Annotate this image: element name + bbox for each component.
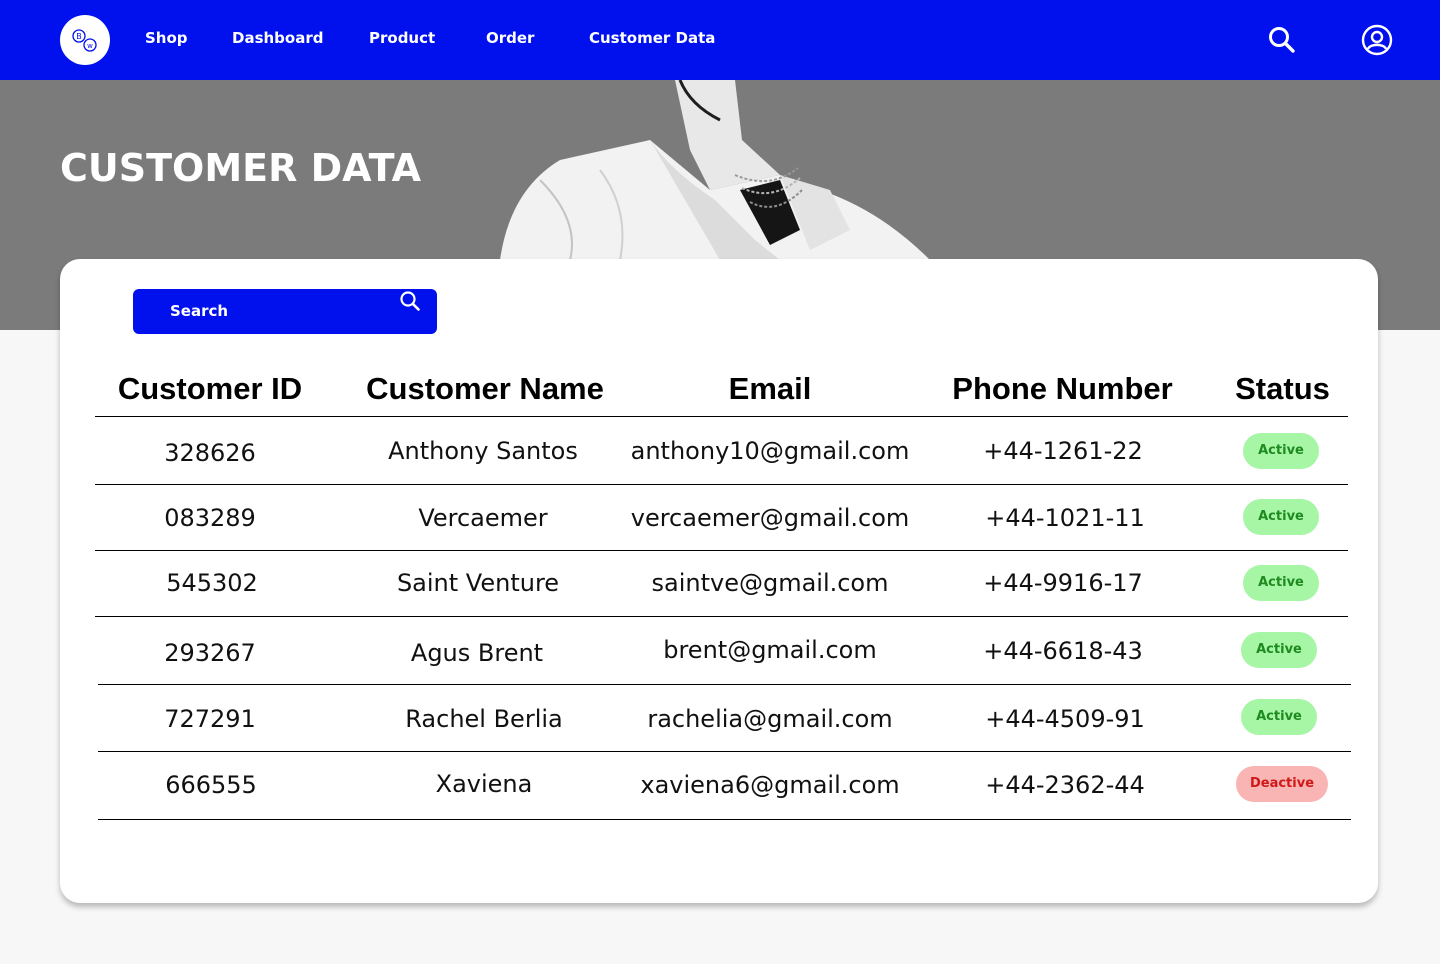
table-row-divider (98, 684, 1351, 685)
column-header-customer-name: Customer Name (366, 371, 604, 406)
table-row-divider (98, 819, 1351, 820)
cell-phone: +44-9916-17 (983, 569, 1143, 597)
status-badge: Active (1243, 565, 1319, 601)
user-account-icon[interactable] (1361, 24, 1393, 56)
cell-email: saintve@gmail.com (651, 569, 889, 597)
cell-customer-name: Rachel Berlia (405, 705, 563, 733)
cell-customer-name: Agus Brent (410, 639, 544, 667)
table-header-divider (95, 416, 1348, 417)
nav-link-dashboard[interactable]: Dashboard (232, 29, 323, 47)
cell-customer-name: Xaviena (435, 770, 533, 798)
cell-customer-id: 083289 (164, 504, 256, 532)
nav-link-product[interactable]: Product (369, 29, 435, 47)
hero-model-photo (500, 80, 930, 260)
status-badge: Active (1241, 699, 1317, 735)
cell-phone: +44-6618-43 (983, 637, 1143, 665)
search-icon[interactable] (398, 289, 422, 313)
cell-phone: +44-4509-91 (985, 705, 1145, 733)
nav-link-customer-data[interactable]: Customer Data (589, 29, 715, 47)
cell-customer-id: 328626 (164, 439, 256, 467)
search-icon[interactable] (1266, 24, 1298, 56)
cell-email: xaviena6@gmail.com (640, 771, 900, 799)
table-row-divider (95, 484, 1348, 485)
table-row-divider (95, 616, 1348, 617)
cell-customer-name: Saint Venture (396, 569, 560, 597)
svg-text:w: w (87, 42, 93, 50)
svg-text:B: B (76, 32, 82, 41)
nav-link-order[interactable]: Order (486, 29, 534, 47)
search-input[interactable]: Search (133, 289, 437, 334)
cell-email: anthony10@gmail.com (630, 437, 910, 465)
status-badge: Active (1241, 632, 1317, 668)
table-row-divider (98, 751, 1351, 752)
status-badge: Deactive (1236, 766, 1328, 802)
status-badge: Active (1243, 499, 1319, 535)
cell-customer-name: Anthony Santos (388, 437, 578, 465)
cell-email: rachelia@gmail.com (647, 705, 893, 733)
cell-customer-name: Vercaemer (418, 504, 548, 532)
cell-customer-id: 293267 (164, 639, 256, 667)
search-input-label: Search (170, 302, 229, 320)
nav-link-shop[interactable]: Shop (145, 29, 188, 47)
column-header-status: Status (1235, 371, 1330, 406)
cell-customer-id: 727291 (164, 705, 256, 733)
cell-phone: +44-2362-44 (985, 771, 1145, 799)
bw-logo-icon[interactable]: B w (60, 15, 110, 65)
table-row-divider (95, 550, 1348, 551)
cell-customer-id: 666555 (165, 771, 257, 799)
cell-email: vercaemer@gmail.com (630, 504, 910, 532)
cell-phone: +44-1021-11 (985, 504, 1145, 532)
customer-table-card: Search Customer ID Customer Name Email P… (60, 259, 1378, 903)
column-header-customer-id: Customer ID (117, 371, 303, 406)
top-navbar: B w Shop Dashboard Product Order Custome… (0, 0, 1440, 80)
column-header-email: Email (728, 371, 812, 406)
page-title: CUSTOMER DATA (60, 146, 421, 190)
status-badge: Active (1243, 433, 1319, 469)
column-header-phone-number: Phone Number (952, 371, 1173, 406)
cell-phone: +44-1261-22 (983, 437, 1143, 465)
cell-customer-id: 545302 (166, 569, 258, 597)
cell-email: brent@gmail.com (663, 636, 877, 664)
